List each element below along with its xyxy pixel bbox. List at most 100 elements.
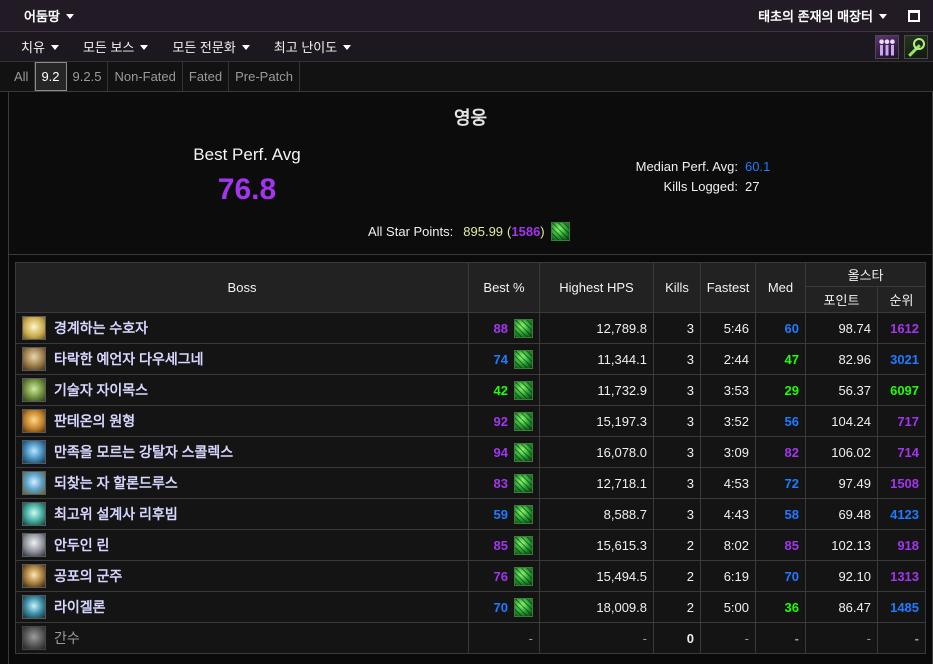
allstar-points-value: 102.13 — [805, 529, 878, 561]
boss-name-link[interactable]: 타락한 예언자 다우세그네 — [54, 349, 203, 369]
character-icon[interactable] — [875, 34, 899, 59]
boss-portrait-icon — [22, 347, 46, 371]
boss-name-link[interactable]: 경계하는 수호자 — [54, 318, 148, 338]
best-percent-value[interactable]: 83 — [494, 476, 508, 491]
zone-dropdown[interactable]: 태초의 존재의 매장터 — [758, 6, 887, 25]
role-filter-dropdown[interactable]: 치유 — [21, 37, 59, 56]
best-percent-wrap: - — [475, 631, 533, 646]
best-perf-label: Best Perf. Avg — [193, 145, 301, 164]
best-percent-wrap: 70 — [475, 597, 533, 617]
best-percent-wrap: 74 — [475, 349, 533, 369]
fastest-kill-value: 8:02 — [700, 529, 756, 561]
boss-cell: 라이겔론 — [15, 591, 469, 623]
allstar-summary: All Star Points: 895.99 1586 — [368, 221, 570, 241]
tab-pre-patch[interactable]: Pre-Patch — [229, 62, 300, 91]
boss-portrait-icon — [22, 316, 46, 340]
median-percent-value: 56 — [755, 405, 806, 437]
tab-fated[interactable]: Fated — [183, 62, 230, 91]
best-percent-value[interactable]: 76 — [494, 569, 508, 584]
best-percent-value[interactable]: 88 — [494, 321, 508, 336]
median-perf-value: 60.1 — [745, 159, 771, 174]
caret-down-icon — [241, 44, 250, 50]
summary-allstar-points: 895.99 — [463, 223, 504, 239]
spec-icon — [514, 380, 533, 400]
kills-value: 3 — [653, 498, 701, 530]
highest-hps-value: 16,078.0 — [539, 436, 654, 468]
median-percent-value: 47 — [755, 343, 806, 375]
highest-hps-value: 12,718.1 — [539, 467, 654, 499]
tab-non-fated[interactable]: Non-Fated — [108, 62, 183, 91]
spec-icon — [514, 411, 533, 431]
boss-name-link[interactable]: 판테온의 원형 — [54, 411, 135, 431]
boss-name-link[interactable]: 되찾는 자 할론드루스 — [54, 473, 178, 493]
table-header: Boss Best % Highest HPS Kills Fastest Me… — [15, 262, 927, 313]
boss-name-link[interactable]: 안두인 린 — [54, 535, 109, 555]
header-allstar-points: 포인트 — [805, 286, 878, 313]
boss-row: 라이겔론 70 18,009.8 2 5:00 36 86.47 1485 — [15, 591, 927, 623]
boss-portrait-icon — [22, 533, 46, 557]
difficulty-title: 영웅 — [453, 108, 488, 128]
boss-cell: 간수 — [15, 622, 469, 654]
spec-icon — [550, 221, 570, 241]
boss-cell: 되찾는 자 할론드루스 — [15, 467, 469, 499]
key-icon[interactable] — [904, 34, 928, 59]
boss-name-link[interactable]: 간수 — [54, 628, 80, 648]
boss-name-link[interactable]: 공포의 군주 — [54, 566, 122, 586]
median-percent-value: 72 — [755, 467, 806, 499]
tab-all[interactable]: All — [8, 62, 36, 91]
median-percent-value: 85 — [755, 529, 806, 561]
boss-info: 안두인 린 — [22, 533, 462, 557]
boss-filter-dropdown[interactable]: 모든 보스 — [83, 37, 149, 56]
best-percent-cell: 92 — [468, 405, 540, 437]
kills-logged-label: Kills Logged: — [663, 179, 738, 194]
kills-value: 2 — [653, 591, 701, 623]
spec-icon — [514, 535, 533, 555]
best-percent-value[interactable]: 85 — [494, 538, 508, 553]
boss-row: 판테온의 원형 92 15,197.3 3 3:52 56 104.24 717 — [15, 405, 927, 437]
allstar-rank-value: 1508 — [876, 467, 927, 499]
kills-value: 2 — [653, 560, 701, 592]
fastest-kill-value: - — [700, 622, 756, 654]
kills-logged-value: 27 — [745, 179, 760, 194]
best-percent-value[interactable]: 94 — [494, 445, 508, 460]
allstar-points-value: 82.96 — [805, 343, 878, 375]
boss-name-link[interactable]: 라이겔론 — [54, 597, 106, 617]
header-med: Med — [755, 262, 806, 313]
best-percent-value[interactable]: 74 — [494, 352, 508, 367]
tab-9-2-5[interactable]: 9.2.5 — [67, 62, 109, 91]
boss-name-link[interactable]: 최고위 설계사 리후빔 — [54, 504, 178, 524]
boss-name-link[interactable]: 기술자 자이목스 — [54, 380, 148, 400]
boss-name-link[interactable]: 만족을 모르는 강탈자 스콜렉스 — [54, 442, 233, 462]
tab-9-2[interactable]: 9.2 — [35, 62, 67, 91]
best-percent-value[interactable]: 42 — [494, 383, 508, 398]
best-percent-value[interactable]: - — [529, 631, 533, 646]
best-percent-cell: 74 — [468, 343, 540, 375]
boss-row: 공포의 군주 76 15,494.5 2 6:19 70 92.10 1313 — [15, 560, 927, 592]
allstar-points-value: 69.48 — [805, 498, 878, 530]
allstar-rank-value: 714 — [876, 436, 927, 468]
kills-value: 3 — [653, 405, 701, 437]
spec-filter-dropdown[interactable]: 모든 전문화 — [172, 37, 250, 56]
boss-cell: 판테온의 원형 — [15, 405, 469, 437]
allstar-rank-value: 1612 — [876, 312, 927, 344]
allstar-rank-value: 3021 — [876, 343, 927, 375]
boss-cell: 기술자 자이목스 — [15, 374, 469, 406]
kills-value: 3 — [653, 312, 701, 344]
patch-tabs: All 9.2 9.2.5 Non-Fated Fated Pre-Patch — [0, 62, 933, 92]
header-kills: Kills — [653, 262, 701, 313]
difficulty-filter-dropdown[interactable]: 최고 난이도 — [274, 37, 352, 56]
median-percent-value: 29 — [755, 374, 806, 406]
best-percent-value[interactable]: 59 — [494, 507, 508, 522]
expand-icon[interactable] — [908, 9, 920, 22]
boss-info: 최고위 설계사 리후빔 — [22, 502, 462, 526]
expansion-dropdown[interactable]: 어둠땅 — [24, 6, 74, 25]
top-bar: 어둠땅 태초의 존재의 매장터 — [0, 0, 933, 32]
boss-row: 경계하는 수호자 88 12,789.8 3 5:46 60 98.74 161… — [15, 312, 927, 344]
highest-hps-value: 15,615.3 — [539, 529, 654, 561]
best-percent-value[interactable]: 92 — [494, 414, 508, 429]
best-percent-value[interactable]: 70 — [494, 600, 508, 615]
allstar-points-value: 92.10 — [805, 560, 878, 592]
boss-info: 판테온의 원형 — [22, 409, 462, 433]
median-percent-value: 70 — [755, 560, 806, 592]
caret-down-icon — [140, 44, 149, 50]
